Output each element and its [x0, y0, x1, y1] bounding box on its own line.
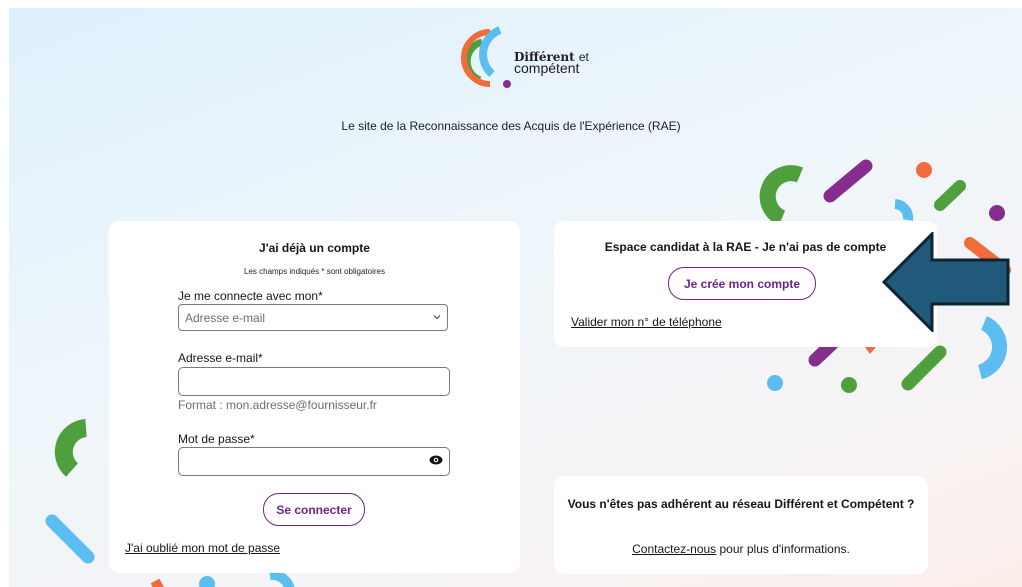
contact-line: Contactez-nous pour plus d'informations. [554, 542, 928, 556]
window-frame-left [0, 0, 9, 587]
password-label: Mot de passe* [178, 432, 255, 446]
contact-card: Vous n'êtes pas adhérent au réseau Diffé… [554, 476, 928, 574]
contact-card-title: Vous n'êtes pas adhérent au réseau Diffé… [567, 497, 915, 511]
deco-dot-orange [916, 162, 932, 178]
forgot-password-link[interactable]: J'ai oublié mon mot de passe [125, 541, 280, 555]
logo-mark-icon [461, 26, 511, 88]
deco-bar-blue-left [45, 514, 95, 564]
contact-us-link[interactable]: Contactez-nous [632, 542, 716, 556]
login-button[interactable]: Se connecter [263, 493, 365, 526]
window-frame-top [0, 0, 1022, 8]
arrow-left-icon [881, 232, 1010, 332]
deco-bar-purple [823, 159, 873, 203]
email-format-hint: Format : mon.adresse@fournisseur.fr [178, 398, 377, 412]
logo-name-line2: compétent [514, 60, 580, 76]
deco-arc-blue-bottom [269, 569, 295, 587]
connect-with-selected-value: Adresse e-mail [185, 311, 266, 325]
email-input[interactable] [178, 367, 450, 396]
deco-dot-green [841, 377, 857, 393]
eye-icon[interactable] [429, 455, 443, 465]
contact-line-suffix: pour plus d'informations. [716, 542, 850, 556]
deco-dot-purple [989, 205, 1005, 221]
deco-triangle-orange [865, 347, 876, 354]
deco-bar-orange-bottom [150, 578, 165, 587]
password-input[interactable] [178, 447, 450, 476]
create-account-button[interactable]: Je crée mon compte [668, 267, 816, 300]
chevron-down-icon [433, 315, 441, 320]
deco-bar-green [934, 180, 966, 211]
site-tagline: Le site de la Reconnaissance des Acquis … [341, 119, 681, 133]
deco-dot-blue [767, 375, 783, 391]
deco-arc-green [759, 165, 804, 226]
login-card: J'ai déjà un compte Les champs indiqués … [109, 221, 520, 573]
validate-phone-link[interactable]: Valider mon n° de téléphone [571, 315, 722, 329]
connect-with-label: Je me connecte avec mon* [178, 289, 323, 303]
deco-bar-green-2 [901, 345, 947, 391]
required-fields-note: Les champs indiqués * sont obligatoires [244, 267, 385, 276]
email-label: Adresse e-mail* [178, 351, 263, 365]
deco-dot-blue-bottom [199, 576, 215, 587]
login-card-title: J'ai déjà un compte [259, 241, 370, 255]
deco-arc-blue-small [894, 199, 914, 221]
brand-logo[interactable]: Différent et compétent [460, 22, 590, 92]
connect-with-select[interactable]: Adresse e-mail [178, 304, 448, 331]
deco-arc-green-left [54, 419, 88, 477]
